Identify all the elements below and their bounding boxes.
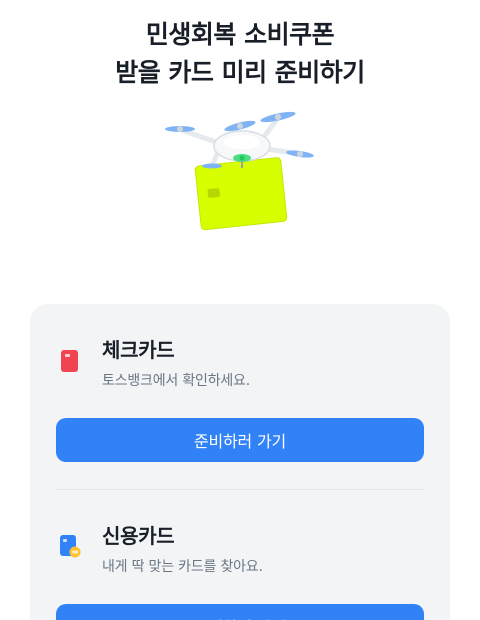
check-card-icon: [58, 348, 82, 372]
card-options-panel: 체크카드 토스뱅크에서 확인하세요. 준비하러 가기 신용카드 내게 딱 맞는 …: [30, 304, 450, 620]
credit-card-prepare-button[interactable]: 준비하러 가기: [56, 604, 424, 620]
check-card-prepare-button[interactable]: 준비하러 가기: [56, 418, 424, 462]
credit-card-icon: [58, 534, 82, 558]
page-headline: 민생회복 소비쿠폰 받을 카드 미리 준비하기: [0, 16, 480, 92]
credit-card-subtitle: 내게 딱 맞는 카드를 찾아요.: [102, 559, 263, 575]
credit-card-title: 신용카드: [102, 524, 175, 548]
check-card-subtitle: 토스뱅크에서 확인하세요.: [102, 373, 250, 389]
coupon-card-prep-screen: 민생회복 소비쿠폰 받을 카드 미리 준비하기 체크카드 토스뱅크에서 확인하세…: [0, 0, 480, 620]
check-card-title: 체크카드: [102, 338, 175, 362]
options-divider: [56, 489, 424, 490]
drone-card-illustration: [160, 104, 320, 236]
headline-line-1: 민생회복 소비쿠폰: [145, 20, 335, 49]
headline-line-2: 받을 카드 미리 준비하기: [115, 58, 365, 87]
drone-card-icon: [165, 111, 314, 231]
